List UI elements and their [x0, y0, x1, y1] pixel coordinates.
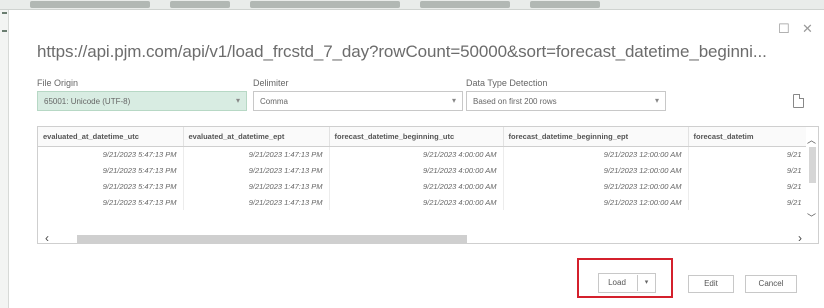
- delimiter-value: Comma: [260, 97, 289, 106]
- data-preview-grid: evaluated_at_datetime_utc evaluated_at_d…: [37, 126, 819, 244]
- chevron-right-icon[interactable]: ›: [798, 231, 802, 245]
- chevron-down-icon[interactable]: ﹀: [807, 211, 816, 224]
- table-cell: 9/21/2023 1:47:13 PM: [183, 146, 330, 162]
- table-cell: 9/21: [688, 194, 809, 210]
- edit-button[interactable]: Edit: [688, 275, 734, 293]
- column-header: forecast_datetime_beginning_ept: [503, 127, 689, 147]
- chevron-down-icon: ▾: [235, 96, 240, 105]
- background-window-edge: [0, 10, 9, 308]
- chevron-down-icon: ▾: [451, 96, 456, 105]
- file-origin-value: 65001: Unicode (UTF-8): [44, 97, 131, 106]
- chevron-left-icon[interactable]: ‹: [45, 231, 49, 245]
- table-cell: 9/21/2023 1:47:13 PM: [183, 178, 330, 194]
- horizontal-scrollbar[interactable]: ‹ ›: [37, 231, 807, 245]
- table-cell: 9/21/2023 12:00:00 AM: [503, 194, 689, 210]
- detection-value: Based on first 200 rows: [473, 97, 557, 106]
- table-cell: 9/21/2023 4:00:00 AM: [329, 178, 504, 194]
- delimiter-select[interactable]: Comma ▾: [253, 91, 463, 111]
- document-icon[interactable]: [793, 94, 804, 108]
- cancel-button[interactable]: Cancel: [745, 275, 797, 293]
- close-icon[interactable]: ✕: [802, 22, 813, 37]
- table-row: 9/21/2023 5:47:13 PM 9/21/2023 1:47:13 P…: [38, 162, 809, 178]
- table-cell: 9/21/2023 12:00:00 AM: [503, 178, 689, 194]
- load-dropdown-button[interactable]: ▾: [637, 275, 655, 291]
- column-header: forecast_datetime_beginning_utc: [329, 127, 504, 147]
- background-window-strip: [0, 0, 824, 10]
- column-header: forecast_datetim: [688, 127, 809, 147]
- table-cell: 9/21/2023 12:00:00 AM: [503, 146, 689, 162]
- table-cell: 9/21/2023 1:47:13 PM: [183, 194, 330, 210]
- load-button[interactable]: Load: [599, 274, 635, 292]
- table-cell: 9/21: [688, 162, 809, 178]
- chevron-down-icon: ▾: [654, 96, 659, 105]
- table-row: 9/21/2023 5:47:13 PM 9/21/2023 1:47:13 P…: [38, 194, 809, 210]
- vertical-scrollbar[interactable]: ︿ ﹀: [806, 127, 818, 227]
- table-cell: 9/21/2023 1:47:13 PM: [183, 162, 330, 178]
- file-origin-select[interactable]: 65001: Unicode (UTF-8) ▾: [37, 91, 247, 111]
- table-row: 9/21/2023 5:47:13 PM 9/21/2023 1:47:13 P…: [38, 178, 809, 194]
- table-cell: 9/21/2023 4:00:00 AM: [329, 162, 504, 178]
- scrollbar-thumb[interactable]: [77, 235, 467, 243]
- chevron-up-icon[interactable]: ︿: [807, 133, 816, 146]
- dialog-title: https://api.pjm.com/api/v1/load_frcstd_7…: [37, 42, 767, 61]
- table-cell: 9/21/2023 4:00:00 AM: [329, 146, 504, 162]
- table-cell: 9/21/2023 5:47:13 PM: [38, 146, 184, 162]
- file-origin-label: File Origin: [37, 78, 79, 88]
- delimiter-label: Delimiter: [253, 78, 289, 88]
- table-cell: 9/21/2023 5:47:13 PM: [38, 178, 184, 194]
- table-cell: 9/21/2023 5:47:13 PM: [38, 194, 184, 210]
- column-header: evaluated_at_datetime_ept: [183, 127, 330, 147]
- maximize-icon[interactable]: ☐: [778, 22, 790, 37]
- detection-label: Data Type Detection: [466, 78, 548, 88]
- load-split-button: Load ▾: [598, 273, 656, 293]
- table-cell: 9/21/2023 12:00:00 AM: [503, 162, 689, 178]
- table-cell: 9/21: [688, 146, 809, 162]
- table-cell: 9/21: [688, 178, 809, 194]
- table-cell: 9/21/2023 5:47:13 PM: [38, 162, 184, 178]
- scrollbar-thumb[interactable]: [809, 147, 816, 183]
- table-header-row: evaluated_at_datetime_utc evaluated_at_d…: [38, 127, 809, 147]
- table-cell: 9/21/2023 4:00:00 AM: [329, 194, 504, 210]
- table-row: 9/21/2023 5:47:13 PM 9/21/2023 1:47:13 P…: [38, 146, 809, 162]
- csv-preview-dialog: ☐ ✕ https://api.pjm.com/api/v1/load_frcs…: [10, 10, 824, 308]
- detection-select[interactable]: Based on first 200 rows ▾: [466, 91, 666, 111]
- column-header: evaluated_at_datetime_utc: [38, 127, 184, 147]
